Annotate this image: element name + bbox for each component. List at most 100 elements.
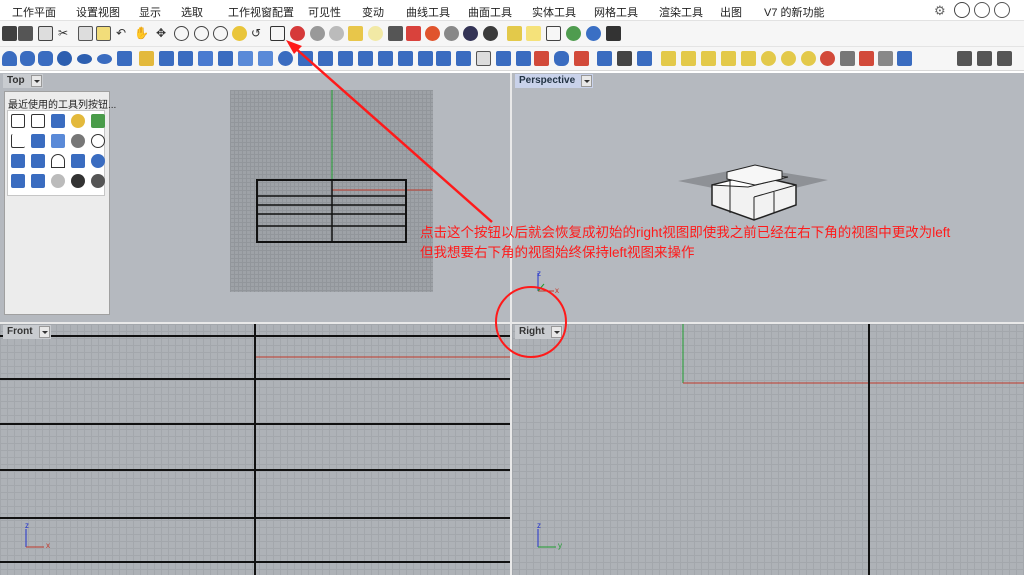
text-icon[interactable] <box>681 51 696 66</box>
clipping-icon[interactable] <box>878 51 893 66</box>
shade-icon[interactable] <box>310 26 325 41</box>
viewport-title-front[interactable]: Front <box>3 325 51 339</box>
solid-box-icon[interactable] <box>31 134 45 148</box>
viewport-divider-horizontal[interactable] <box>0 322 1024 324</box>
join-icon[interactable] <box>436 51 451 66</box>
menu-item-render-tools[interactable]: 渲染工具 <box>659 4 703 20</box>
frame-icon[interactable] <box>91 114 105 128</box>
array-icon[interactable] <box>637 51 652 66</box>
gear-tool-icon[interactable] <box>71 114 85 128</box>
four-view-icon[interactable] <box>270 26 285 41</box>
help-icon[interactable] <box>586 26 601 41</box>
osnap-icon[interactable] <box>801 51 816 66</box>
extrude-icon[interactable] <box>139 51 154 66</box>
disable-icon[interactable] <box>820 51 835 66</box>
chamfer-icon[interactable] <box>318 51 333 66</box>
gear-icon[interactable]: ⚙ <box>934 3 946 19</box>
rendered-sphere-icon[interactable] <box>91 174 105 188</box>
chevron-down-icon[interactable] <box>30 75 42 87</box>
delete-icon[interactable] <box>859 51 874 66</box>
dimension-icon[interactable] <box>661 51 676 66</box>
history-icon[interactable] <box>954 2 970 18</box>
brush-icon[interactable] <box>741 51 756 66</box>
car-icon[interactable] <box>290 26 305 41</box>
undo-icon[interactable]: ↶ <box>116 26 131 41</box>
menu-item-display[interactable]: 显示 <box>139 4 161 20</box>
box-icon[interactable] <box>51 114 65 128</box>
light-icon[interactable] <box>368 26 383 41</box>
control-points-icon[interactable] <box>11 154 25 168</box>
render-icon[interactable] <box>566 26 581 41</box>
shaded-sphere-icon[interactable] <box>71 174 85 188</box>
grid-snap-icon[interactable] <box>597 51 612 66</box>
sweep-icon[interactable] <box>178 51 193 66</box>
explode-icon[interactable] <box>456 51 471 66</box>
difference-icon[interactable] <box>358 51 373 66</box>
project-icon[interactable] <box>11 174 25 188</box>
chevron-down-icon[interactable] <box>550 326 562 338</box>
viewport-front[interactable]: z x Front <box>0 324 510 575</box>
rotate-view-icon[interactable]: ✥ <box>156 26 171 41</box>
snap-icon[interactable] <box>781 51 796 66</box>
menu-item-mesh-tools[interactable]: 网格工具 <box>594 4 638 20</box>
cone-icon[interactable] <box>2 51 17 66</box>
union-icon[interactable] <box>338 51 353 66</box>
material-icon[interactable] <box>444 26 459 41</box>
cancel-icon[interactable] <box>574 51 589 66</box>
viewport-divider-vertical[interactable] <box>510 73 512 575</box>
loft-icon[interactable] <box>159 51 174 66</box>
undo-view-icon[interactable]: ↺ <box>251 26 266 41</box>
viewport-title-top[interactable]: Top <box>3 74 43 88</box>
menu-item-surface-tools[interactable]: 曲面工具 <box>468 4 512 20</box>
menu-item-visibility[interactable]: 可见性 <box>308 4 341 20</box>
zoom-icon[interactable] <box>174 26 189 41</box>
menu-item-transform[interactable]: 变动 <box>362 4 384 20</box>
sphere-icon[interactable] <box>57 51 72 66</box>
torus-icon[interactable] <box>97 54 112 64</box>
menu-item-viewport-layout[interactable]: 工作视窗配置 <box>228 4 294 20</box>
chevron-down-icon[interactable] <box>581 75 593 87</box>
filter-tool-icon[interactable] <box>840 51 855 66</box>
point-icon[interactable] <box>761 51 776 66</box>
environment-icon[interactable] <box>463 26 478 41</box>
color-wheel-icon[interactable] <box>425 26 440 41</box>
extrude-surface-icon[interactable] <box>51 134 65 148</box>
box-icon[interactable] <box>117 51 132 66</box>
cut-icon[interactable]: ✂ <box>58 26 73 41</box>
viewport-title-right[interactable]: Right <box>515 325 563 339</box>
arc-icon[interactable] <box>51 154 65 168</box>
chevron-down-icon[interactable] <box>38 326 50 338</box>
bend-icon[interactable] <box>71 154 85 168</box>
lock-icon[interactable] <box>388 26 403 41</box>
filter-icon[interactable] <box>526 26 541 41</box>
layout-icon[interactable] <box>997 51 1012 66</box>
network-icon[interactable] <box>218 51 233 66</box>
render-preview-icon[interactable] <box>329 26 344 41</box>
texture-icon[interactable] <box>483 26 498 41</box>
sphere-tool-icon[interactable] <box>51 174 65 188</box>
section-icon[interactable] <box>516 51 531 66</box>
zoom-extents-icon[interactable] <box>213 26 228 41</box>
polyline-icon[interactable] <box>11 134 25 148</box>
analyze-icon[interactable] <box>534 51 549 66</box>
copy-icon[interactable] <box>78 26 93 41</box>
viewport-perspective[interactable]: z x Perspective <box>512 73 1024 323</box>
paste-icon[interactable] <box>96 26 111 41</box>
revolve-icon[interactable] <box>198 51 213 66</box>
paraboloid-icon[interactable] <box>20 51 35 66</box>
viewport-right[interactable]: z y Right <box>512 324 1024 575</box>
cage-icon[interactable] <box>31 154 45 168</box>
book-icon[interactable] <box>897 51 912 66</box>
trim-icon[interactable] <box>418 51 433 66</box>
twist-icon[interactable] <box>91 154 105 168</box>
save-icon[interactable] <box>2 26 17 41</box>
options-icon[interactable] <box>546 26 561 41</box>
offset-icon[interactable] <box>278 51 293 66</box>
cube-icon[interactable] <box>994 2 1010 18</box>
select-icon[interactable] <box>348 26 363 41</box>
zoom-selected-icon[interactable] <box>232 26 247 41</box>
blend-icon[interactable] <box>258 51 273 66</box>
pan-hand-icon[interactable]: ✋ <box>134 26 149 41</box>
pull-icon[interactable] <box>31 174 45 188</box>
menu-item-v7-new[interactable]: V7 的新功能 <box>764 4 825 20</box>
